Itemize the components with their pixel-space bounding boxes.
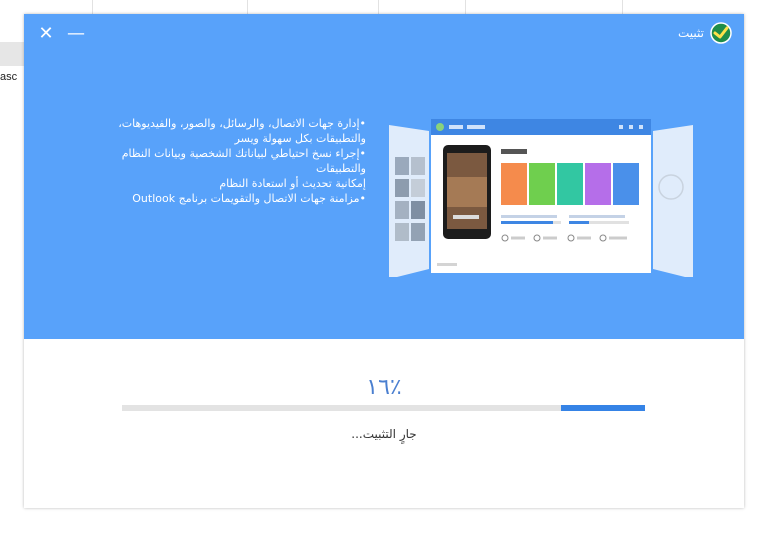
feature-item: •مزامنة جهات الاتصال والتقويمات برنامج O… <box>132 192 366 205</box>
feature-item: والتطبيقات <box>316 162 366 175</box>
feature-item: •إدارة جهات الاتصال، والرسائل، والصور، و… <box>118 117 366 130</box>
background-divider <box>92 0 93 14</box>
close-button[interactable]: ✕ <box>36 24 56 44</box>
feature-item: •إجراء نسخ احتياطي لبياناتك الشخصية وبيا… <box>121 147 366 160</box>
app-logo: تثبيت <box>678 22 732 44</box>
app-preview-illustration <box>389 119 693 277</box>
installer-window: ✕ — تثبيت •إدارة جهات الاتصال، والرسائل،… <box>24 14 744 508</box>
banner: ✕ — تثبيت •إدارة جهات الاتصال، والرسائل،… <box>24 14 744 339</box>
progress-bar <box>122 405 645 411</box>
background-divider <box>247 0 248 14</box>
feature-item: إمكانية تحديث أو استعادة النظام <box>219 177 366 190</box>
feature-item: والتطبيقات بكل سهولة ويسر <box>234 132 366 145</box>
install-status: جارٍ التثبيت... <box>351 427 417 441</box>
background-divider <box>378 0 379 14</box>
background-text: asc <box>0 71 18 83</box>
feature-list: •إدارة جهات الاتصال، والرسائل، والصور، و… <box>66 116 366 206</box>
background-list-row <box>0 42 24 66</box>
progress-bar-fill <box>561 405 645 411</box>
window-title: تثبيت <box>678 26 704 40</box>
app-logo-icon <box>710 22 732 44</box>
background-divider <box>622 0 623 14</box>
close-icon: ✕ <box>38 23 54 44</box>
background-toolbar <box>0 0 768 14</box>
progress-section: ١٦٪ جارٍ التثبيت... <box>24 339 744 508</box>
progress-percent: ١٦٪ <box>366 375 402 400</box>
minimize-icon: — <box>67 23 85 44</box>
background-divider <box>465 0 466 14</box>
minimize-button[interactable]: — <box>66 24 86 44</box>
